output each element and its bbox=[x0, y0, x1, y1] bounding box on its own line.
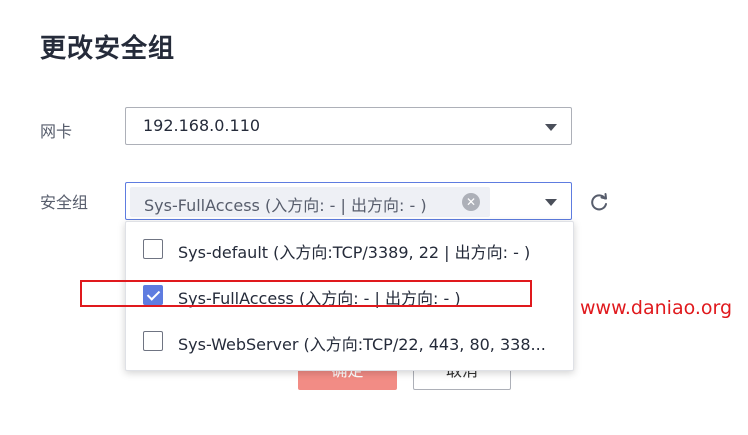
dropdown-option-sys-default[interactable]: Sys-default (入方向:TCP/3389, 22 | 出方向: - ) bbox=[126, 228, 573, 272]
nic-select-value: 192.168.0.110 bbox=[143, 116, 261, 135]
selected-tag: Sys-FullAccess (入方向: - | 出方向: - ) ✕ bbox=[130, 187, 490, 217]
security-group-label: 安全组 bbox=[40, 193, 89, 212]
security-group-select[interactable]: Sys-FullAccess (入方向: - | 出方向: - ) ✕ bbox=[125, 182, 572, 220]
nic-label: 网卡 bbox=[40, 122, 73, 141]
refresh-icon[interactable] bbox=[588, 192, 610, 214]
option-label: Sys-WebServer (入方向:TCP/22, 443, 80, 338.… bbox=[178, 335, 546, 354]
checkbox[interactable] bbox=[143, 331, 163, 351]
checkbox[interactable] bbox=[143, 239, 163, 259]
option-label: Sys-default (入方向:TCP/3389, 22 | 出方向: - ) bbox=[178, 243, 531, 262]
nic-select[interactable]: 192.168.0.110 bbox=[125, 107, 572, 145]
selected-tag-text: Sys-FullAccess (入方向: - | 出方向: - ) bbox=[144, 196, 427, 215]
dropdown-option-sys-webserver[interactable]: Sys-WebServer (入方向:TCP/22, 443, 80, 338.… bbox=[126, 320, 573, 364]
close-circle-icon[interactable]: ✕ bbox=[462, 193, 480, 211]
watermark: www.daniao.org bbox=[580, 297, 733, 319]
dialog-title: 更改安全组 bbox=[40, 34, 176, 64]
caret-down-icon bbox=[545, 199, 557, 206]
annotation-highlight-box bbox=[80, 280, 532, 307]
caret-down-icon bbox=[545, 124, 557, 131]
